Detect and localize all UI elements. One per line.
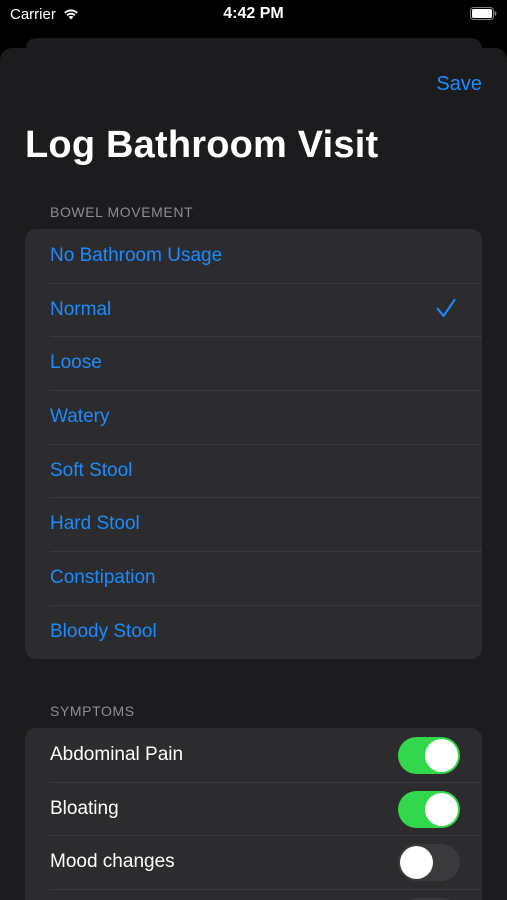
symptoms-list: Abdominal Pain Bloating Mood changes xyxy=(25,728,482,900)
option-label: Bloody Stool xyxy=(50,620,157,642)
option-label: Constipation xyxy=(50,566,156,588)
checkmark-icon xyxy=(436,298,456,317)
option-label: No Bathroom Usage xyxy=(50,244,223,266)
symptoms-header: SYMPTOMS xyxy=(50,703,135,719)
log-sheet: Save Log Bathroom Visit BOWEL MOVEMENT N… xyxy=(0,48,507,900)
option-label: Watery xyxy=(50,405,110,427)
symptom-mood-changes: Mood changes xyxy=(25,835,482,889)
bowel-movement-list: No Bathroom Usage Normal Loose Watery So… xyxy=(25,229,482,659)
symptom-partial-row xyxy=(25,889,482,900)
symptom-abdominal-pain: Abdominal Pain xyxy=(25,728,482,782)
symptom-label: Mood changes xyxy=(50,851,175,873)
option-bloody-stool[interactable]: Bloody Stool xyxy=(25,604,482,659)
battery-icon xyxy=(470,7,497,20)
option-watery[interactable]: Watery xyxy=(25,390,482,444)
option-label: Normal xyxy=(50,298,112,320)
option-label: Soft Stool xyxy=(50,459,133,481)
mood-changes-toggle[interactable] xyxy=(398,844,460,882)
symptom-bloating: Bloating xyxy=(25,781,482,836)
save-button[interactable]: Save xyxy=(436,73,482,96)
option-no-bathroom-usage[interactable]: No Bathroom Usage xyxy=(25,229,482,283)
bowel-movement-header: BOWEL MOVEMENT xyxy=(50,204,194,220)
option-normal[interactable]: Normal xyxy=(25,282,482,337)
option-label: Loose xyxy=(50,352,102,374)
toggle-knob xyxy=(400,846,433,880)
bloating-toggle[interactable] xyxy=(398,790,460,828)
option-loose[interactable]: Loose xyxy=(25,336,482,390)
page-title: Log Bathroom Visit xyxy=(25,124,379,166)
option-soft-stool[interactable]: Soft Stool xyxy=(25,443,482,498)
toggle-knob xyxy=(425,792,458,826)
option-label: Hard Stool xyxy=(50,513,140,535)
option-constipation[interactable]: Constipation xyxy=(25,551,482,605)
abdominal-pain-toggle[interactable] xyxy=(398,737,460,774)
status-bar: Carrier 4:42 PM xyxy=(0,0,507,30)
option-hard-stool[interactable]: Hard Stool xyxy=(25,497,482,551)
status-time: 4:42 PM xyxy=(223,5,284,22)
symptom-label: Abdominal Pain xyxy=(50,743,184,765)
toggle-knob xyxy=(425,739,458,772)
symptom-label: Bloating xyxy=(50,797,119,819)
